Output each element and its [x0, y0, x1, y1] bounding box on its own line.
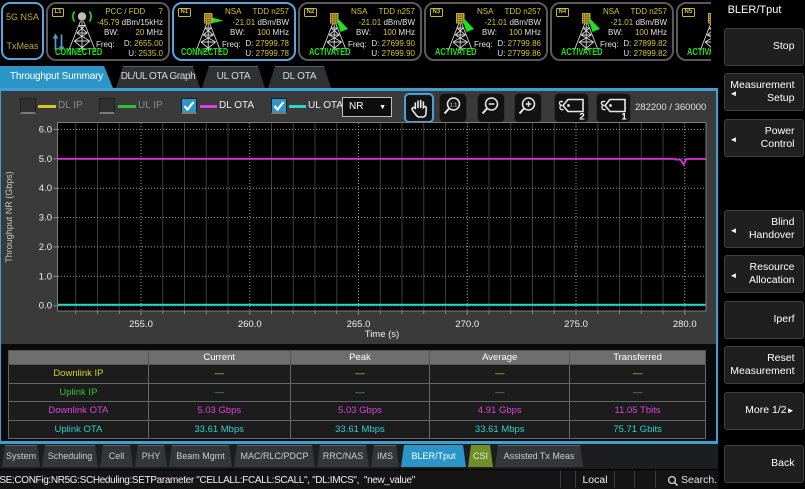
svg-text:1.0: 1.0: [39, 271, 52, 282]
svg-text:255.0: 255.0: [129, 319, 153, 330]
svg-text:280.0: 280.0: [673, 319, 697, 330]
svg-text:5.0: 5.0: [39, 154, 52, 165]
svg-text:1:1: 1:1: [450, 102, 458, 108]
svg-text:2.0: 2.0: [39, 242, 52, 253]
svg-text:260.0: 260.0: [238, 319, 262, 330]
svg-text:Throughput NR (Gbps): Throughput NR (Gbps): [4, 171, 14, 263]
svg-text:270.0: 270.0: [455, 319, 479, 330]
svg-text:3.0: 3.0: [39, 213, 52, 224]
svg-text:6.0: 6.0: [39, 124, 52, 135]
svg-text:275.0: 275.0: [564, 319, 588, 330]
svg-text:Time (s): Time (s): [365, 329, 399, 340]
svg-text:0.0: 0.0: [39, 301, 52, 312]
svg-text:2: 2: [579, 112, 584, 123]
svg-text:1: 1: [621, 112, 627, 123]
svg-text:4.0: 4.0: [39, 183, 52, 194]
